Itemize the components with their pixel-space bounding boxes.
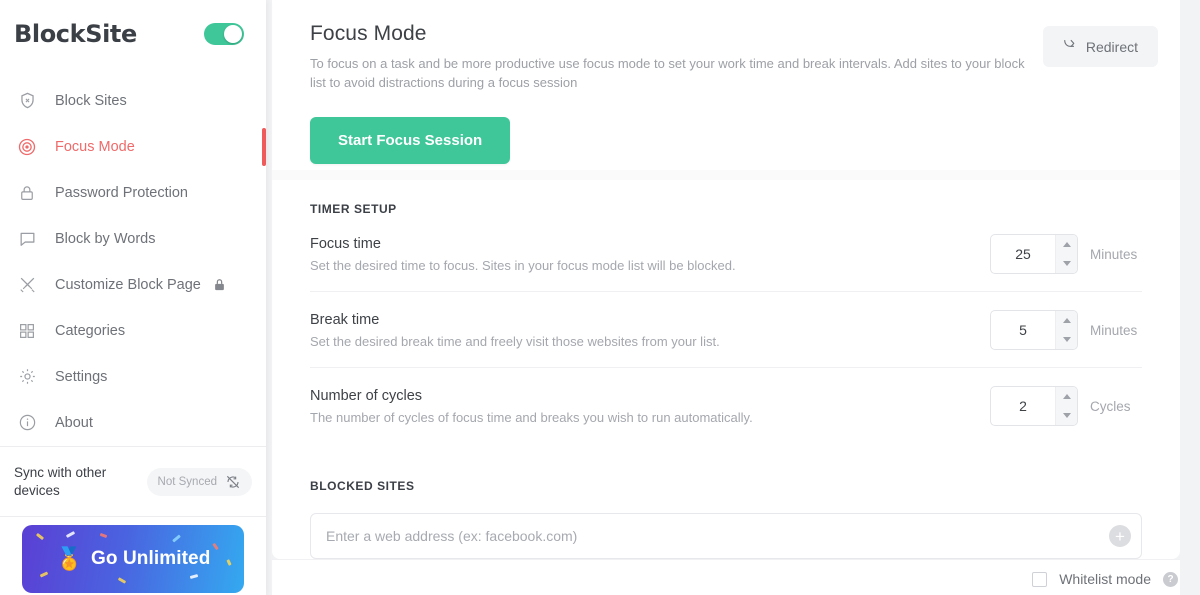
sidebar-item-label: Password Protection — [55, 184, 188, 201]
tools-icon — [14, 272, 40, 298]
plus-circle-icon[interactable]: + — [1109, 525, 1131, 547]
active-indicator-bar — [262, 127, 266, 166]
sync-status-badge[interactable]: Not Synced — [146, 467, 252, 496]
section-divider — [272, 170, 1180, 180]
sidebar-item-block-sites[interactable]: Block Sites — [0, 78, 266, 124]
sidebar-item-categories[interactable]: Categories — [0, 308, 266, 354]
row-description: The number of cycles of focus time and b… — [310, 409, 753, 425]
spinner — [1055, 311, 1077, 349]
spinner — [1055, 235, 1077, 273]
speech-bubble-icon — [14, 226, 40, 252]
blocked-sites-title: BLOCKED SITES — [310, 479, 415, 493]
sync-off-icon — [225, 474, 241, 490]
row-title: Number of cycles — [310, 387, 423, 404]
question-mark-icon[interactable]: ? — [1163, 571, 1178, 587]
blocksite-app: BlockSite Block Sites Focus Mode Passwor… — [0, 0, 1200, 595]
timer-row-break-time: Break time Set the desired break time an… — [310, 292, 1142, 368]
sidebar-item-focus-mode[interactable]: Focus Mode — [0, 124, 266, 170]
break-time-value[interactable]: 5 — [991, 311, 1055, 349]
sidebar-item-label: About — [55, 414, 93, 431]
stepper-group: 5 Minutes — [990, 310, 1142, 350]
stepper-group: 25 Minutes — [990, 234, 1142, 274]
unit-label: Minutes — [1090, 322, 1138, 338]
unit-label: Minutes — [1090, 246, 1138, 262]
whitelist-mode-label[interactable]: Whitelist mode — [1059, 571, 1151, 587]
app-logo: BlockSite — [14, 19, 137, 48]
main-content: Focus Mode To focus on a task and be mor… — [266, 0, 1200, 595]
whitelist-mode-bar: Whitelist mode ? — [1032, 571, 1178, 587]
decrement-button[interactable] — [1056, 406, 1077, 425]
sync-label: Sync with other devices — [14, 464, 107, 498]
locked-feature-icon — [212, 277, 227, 292]
promo-wrap: 🏅 Go Unlimited — [0, 517, 266, 595]
increment-button[interactable] — [1056, 311, 1077, 330]
page-title: Focus Mode — [310, 22, 427, 45]
stepper-group: 2 Cycles — [990, 386, 1142, 426]
timer-setup-section: TIMER SETUP Focus time Set the desired t… — [272, 180, 1180, 443]
sidebar-item-label: Customize Block Page — [55, 276, 201, 293]
medal-emoji: 🏅 — [55, 546, 83, 572]
cycles-stepper[interactable]: 2 — [990, 386, 1078, 426]
sidebar-item-about[interactable]: About — [0, 400, 266, 446]
row-text: Number of cycles The number of cycles of… — [310, 388, 753, 425]
sidebar-item-customize-block-page[interactable]: Customize Block Page — [0, 262, 266, 308]
sidebar-item-label: Focus Mode — [55, 138, 135, 155]
sidebar-item-label: Settings — [55, 368, 108, 385]
timer-setup-title: TIMER SETUP — [310, 202, 397, 216]
redirect-label: Redirect — [1085, 38, 1138, 55]
row-title: Focus time — [310, 235, 381, 252]
sidebar-item-label: Block Sites — [55, 92, 127, 109]
content-card: Focus Mode To focus on a task and be mor… — [272, 0, 1180, 559]
redirect-arrow-icon — [1063, 37, 1077, 56]
increment-button[interactable] — [1056, 235, 1077, 254]
gear-icon — [14, 364, 40, 390]
sidebar-item-password-protection[interactable]: Password Protection — [0, 170, 266, 216]
sidebar-item-label: Block by Words — [55, 230, 156, 247]
padlock-icon — [14, 180, 40, 206]
redirect-button[interactable]: Redirect — [1042, 26, 1158, 67]
brand-row: BlockSite — [0, 0, 266, 68]
decrement-button[interactable] — [1056, 254, 1077, 273]
promo-label: Go Unlimited — [90, 548, 211, 570]
break-time-stepper[interactable]: 5 — [990, 310, 1078, 350]
timer-row-number-of-cycles: Number of cycles The number of cycles of… — [310, 368, 1142, 443]
toggle-knob — [224, 24, 242, 43]
increment-button[interactable] — [1056, 387, 1077, 406]
blocked-sites-section: BLOCKED SITES + — [272, 443, 1180, 559]
focus-time-stepper[interactable]: 25 — [990, 234, 1078, 274]
master-toggle[interactable] — [204, 22, 244, 45]
sidebar-item-settings[interactable]: Settings — [0, 354, 266, 400]
timer-row-focus-time: Focus time Set the desired time to focus… — [310, 216, 1142, 292]
sidebar-item-label: Categories — [55, 322, 126, 339]
page-header: Focus Mode To focus on a task and be mor… — [272, 0, 1180, 170]
sidebar-nav: Block Sites Focus Mode Password Protecti… — [0, 68, 266, 446]
target-icon — [14, 134, 40, 160]
row-description: Set the desired time to focus. Sites in … — [310, 257, 736, 273]
sidebar-item-block-by-words[interactable]: Block by Words — [0, 216, 266, 262]
decrement-button[interactable] — [1056, 330, 1077, 349]
start-focus-session-button[interactable]: Start Focus Session — [310, 116, 511, 164]
row-text: Break time Set the desired break time an… — [310, 312, 720, 349]
address-input-wrap: + — [310, 513, 1142, 559]
shield-x-icon — [14, 88, 40, 114]
web-address-input[interactable] — [310, 513, 1142, 559]
page-subtitle: To focus on a task and be more productiv… — [310, 56, 1025, 90]
row-text: Focus time Set the desired time to focus… — [310, 236, 736, 273]
info-circle-icon — [14, 410, 40, 436]
sync-status-text: Not Synced — [157, 475, 217, 488]
sync-section: Sync with other devices Not Synced — [0, 445, 266, 518]
grid-icon — [14, 318, 40, 344]
go-unlimited-banner[interactable]: 🏅 Go Unlimited — [22, 525, 244, 594]
row-title: Break time — [310, 311, 380, 328]
unit-label: Cycles — [1090, 398, 1131, 414]
spinner — [1055, 387, 1077, 425]
cycles-value[interactable]: 2 — [991, 387, 1055, 425]
row-description: Set the desired break time and freely vi… — [310, 333, 720, 349]
sidebar: BlockSite Block Sites Focus Mode Passwor… — [0, 0, 266, 595]
whitelist-mode-checkbox[interactable] — [1032, 571, 1048, 587]
focus-time-value[interactable]: 25 — [991, 235, 1055, 273]
